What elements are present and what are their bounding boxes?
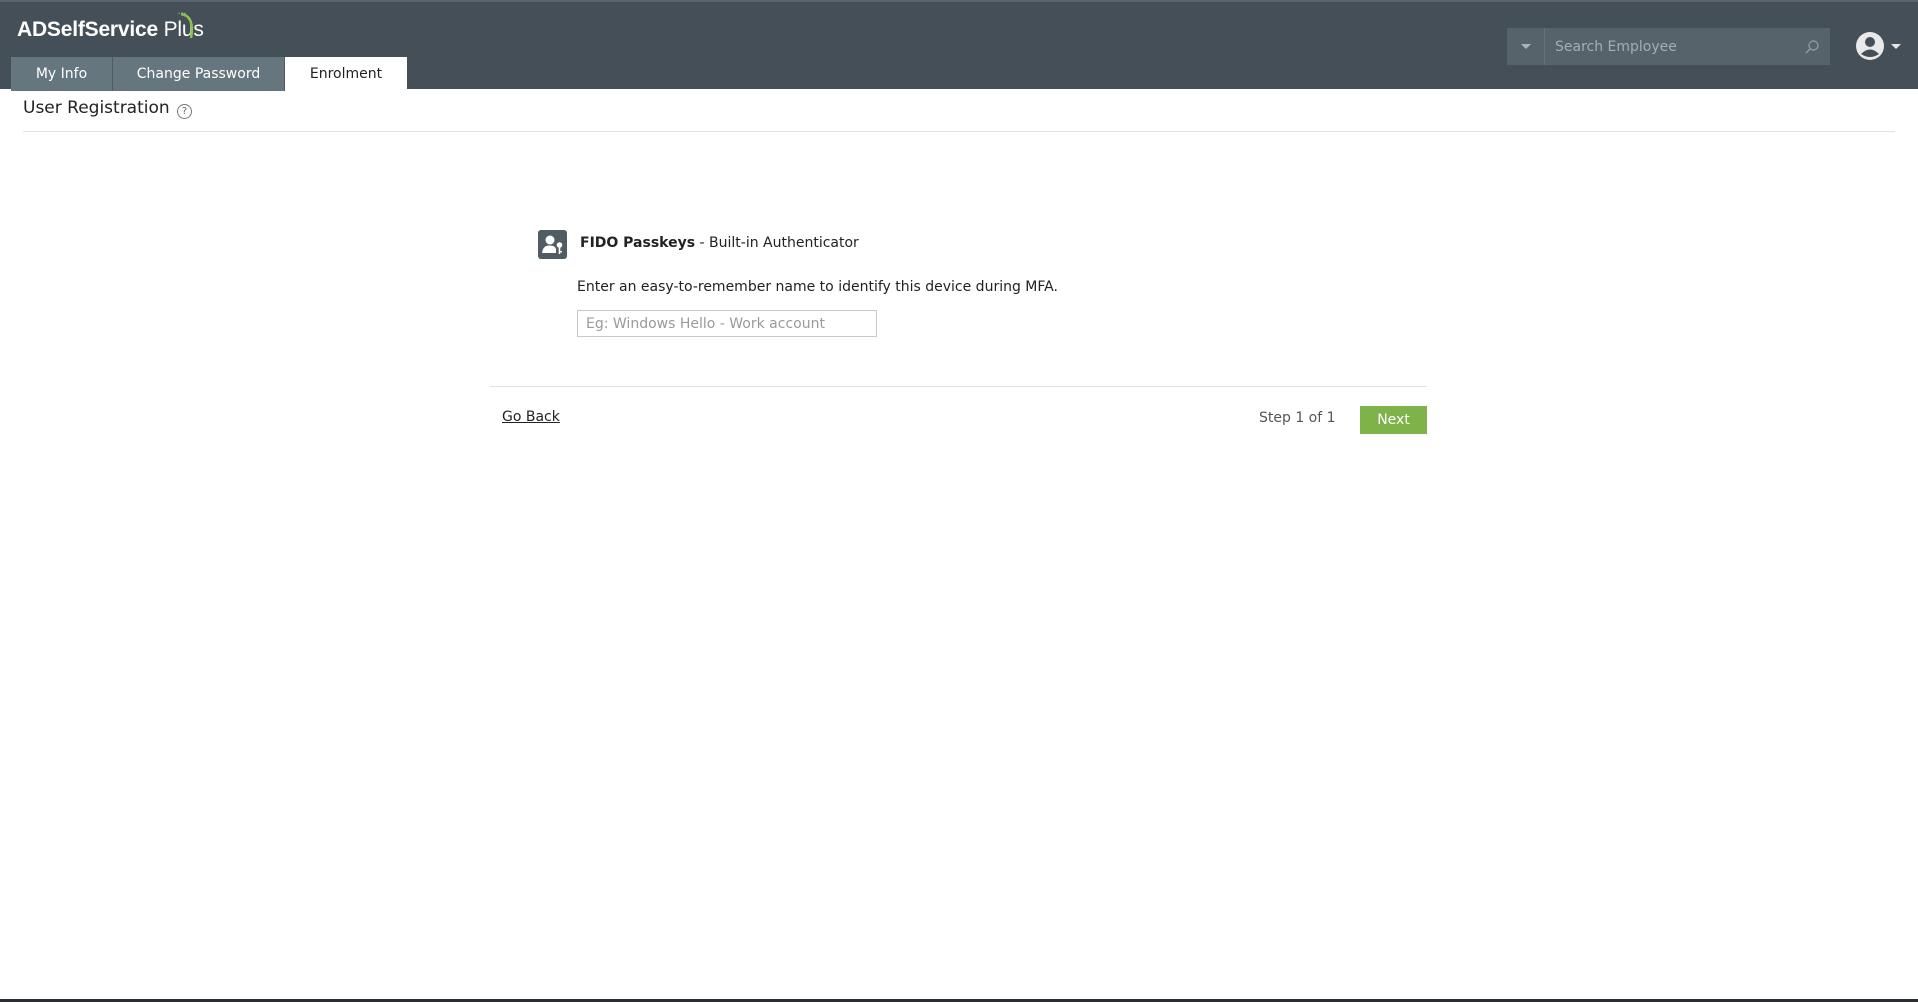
tab-label: My Info (35, 66, 88, 82)
tab-enrolment[interactable]: Enrolment (285, 57, 407, 91)
device-name-instruction: Enter an easy-to-remember name to identi… (577, 279, 1058, 295)
search-filter-dropdown[interactable] (1507, 28, 1545, 65)
device-name-input[interactable] (577, 310, 877, 337)
tab-change-password[interactable]: Change Password (113, 57, 285, 91)
step-indicator: Step 1 of 1 (1259, 410, 1336, 426)
auth-method-separator: - (695, 235, 710, 251)
auth-method-title: FIDO Passkeys - Built-in Authenticator (580, 235, 859, 251)
tab-my-info[interactable]: My Info (11, 57, 113, 91)
caret-down-icon (1891, 43, 1901, 49)
title-divider (23, 131, 1895, 132)
chevron-down-icon (1520, 44, 1531, 49)
employee-search (1507, 28, 1830, 65)
logo-text: ADSelfService (17, 18, 158, 41)
next-button[interactable]: Next (1360, 406, 1427, 434)
tab-label: Change Password (136, 66, 261, 82)
tab-label: Enrolment (309, 66, 383, 82)
top-header: ADSelfService Plus My Info Change Passwo… (0, 0, 1918, 91)
avatar-icon (1856, 32, 1884, 60)
user-menu[interactable] (1855, 29, 1905, 63)
auth-method-name: FIDO Passkeys (580, 235, 696, 251)
search-input[interactable] (1545, 38, 1794, 55)
auth-method-type: Built-in Authenticator (709, 235, 859, 251)
app-logo[interactable]: ADSelfService Plus (17, 12, 204, 42)
logo-swoosh-icon (177, 12, 194, 39)
go-back-link[interactable]: Go Back (502, 409, 560, 425)
page-title: User Registration (23, 98, 170, 118)
fido-passkey-icon (538, 230, 567, 259)
help-icon[interactable]: ? (177, 104, 192, 119)
footer-divider (490, 386, 1427, 387)
search-icon[interactable] (1794, 39, 1830, 55)
main-tabs: My Info Change Password Enrolment (11, 57, 407, 91)
